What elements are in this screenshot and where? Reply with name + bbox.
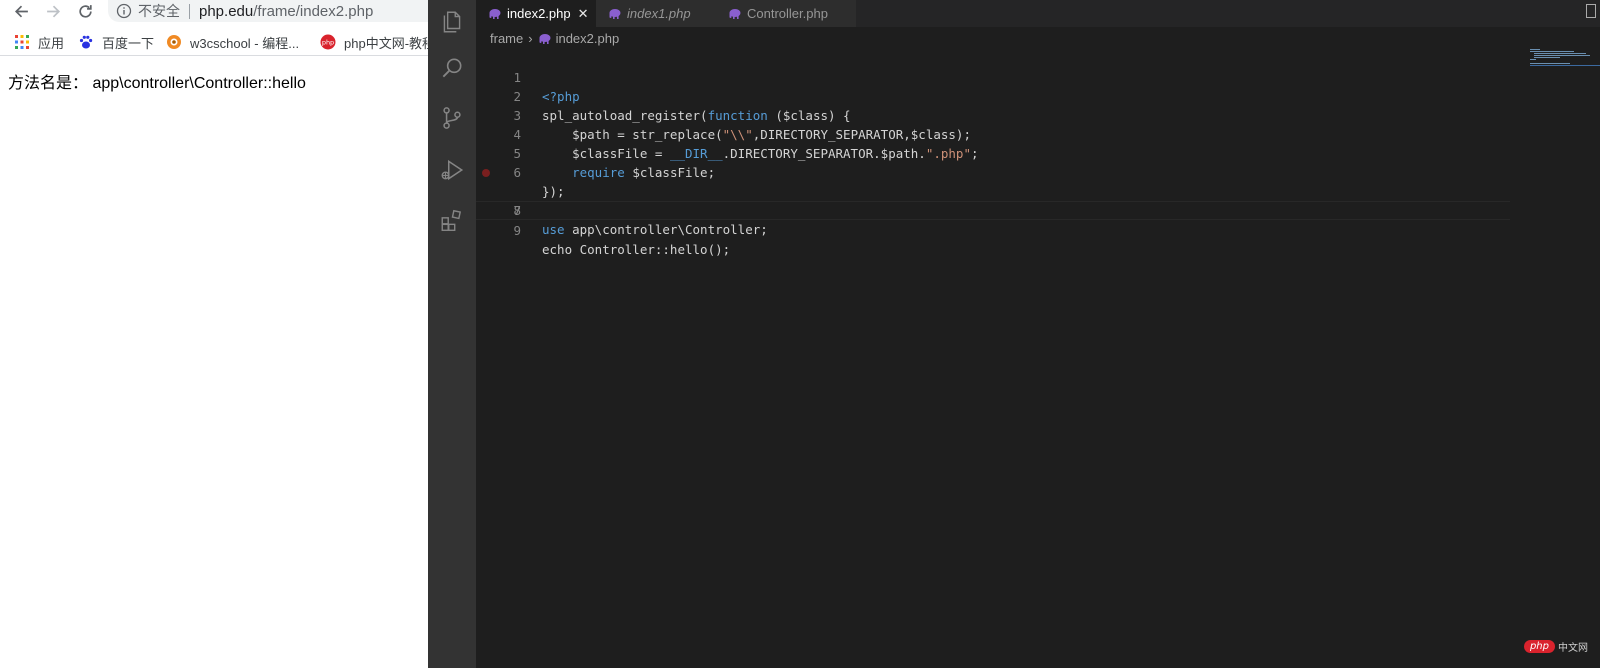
breadcrumb: frame › index2.php — [476, 27, 1600, 49]
bookmarks-bar: 应用 百度一下 w3cschool - 编程... php php中文网-教程 — [0, 28, 428, 56]
tab-label: index2.php — [507, 6, 571, 21]
watermark: php 中文网 — [1523, 639, 1588, 654]
files-icon — [443, 11, 461, 33]
watermark-logo: php — [1523, 640, 1555, 653]
bookmark-label: 应用 — [38, 35, 65, 51]
bookmark-w3cschool[interactable]: w3cschool - 编程... — [166, 32, 299, 52]
extensions-icon — [441, 209, 462, 231]
run-debug-icon — [441, 159, 464, 181]
browser-window: 不安全 php.edu/frame/index2.php 应用 百度一下 w3c… — [0, 0, 428, 668]
bookmark-php-cn[interactable]: php php中文网-教程 — [320, 32, 428, 52]
source-control-icon — [443, 107, 461, 129]
code-editor: index2.php ✕ index1.php Controller.php f… — [428, 0, 1600, 668]
code-line: 3 $path = str_replace("\\",DIRECTORY_SEP… — [476, 87, 1510, 142]
reload-button[interactable] — [73, 0, 97, 22]
search-icon — [442, 58, 462, 78]
tab-label: Controller.php — [747, 6, 828, 21]
url-host: php.edu — [199, 2, 254, 20]
php-elephant-icon — [489, 9, 501, 19]
tab-controller[interactable]: Controller.php — [716, 0, 856, 27]
close-icon[interactable]: ✕ — [578, 6, 589, 22]
code-line: 6 }); — [476, 144, 1510, 199]
breakpoint-marker[interactable] — [482, 169, 490, 177]
apps-grid-icon — [15, 35, 29, 49]
tab-index1[interactable]: index1.php — [596, 0, 716, 27]
watermark-text: 中文网 — [1558, 643, 1588, 654]
explorer-button[interactable] — [428, 0, 476, 44]
split-editor-icon[interactable] — [1586, 4, 1596, 18]
code-line: 4 $classFile = __DIR__.DIRECTORY_SEPARAT… — [476, 106, 1510, 161]
breadcrumb-file[interactable]: index2.php — [556, 31, 620, 46]
page-output-text: 方法名是： app\controller\Controller::hello — [8, 75, 306, 92]
forward-arrow-icon — [46, 5, 60, 17]
bookmark-label: 百度一下 — [102, 35, 155, 51]
php-elephant-icon — [539, 33, 551, 44]
code-line-current: 9 echo Controller::hello(); — [476, 201, 1510, 257]
code-line: 5 require $classFile; — [476, 125, 1510, 180]
bookmark-baidu[interactable]: 百度一下 — [78, 32, 154, 52]
run-debug-button[interactable] — [428, 148, 476, 192]
code-line: 1 <?php — [476, 49, 1510, 104]
activity-bar — [428, 0, 476, 668]
omnibox[interactable]: 不安全 php.edu/frame/index2.php — [108, 0, 428, 22]
line-number: 9 — [513, 223, 521, 238]
code-text: echo Controller::hello(); — [542, 242, 731, 257]
back-button[interactable] — [9, 0, 33, 22]
baidu-paw-icon — [79, 35, 93, 49]
php-cn-icon: php — [320, 34, 336, 50]
forward-button[interactable] — [41, 0, 65, 22]
security-label: 不安全 — [138, 3, 180, 19]
tab-label: index1.php — [627, 6, 691, 21]
minimap[interactable] — [1528, 49, 1600, 79]
w3cschool-icon — [167, 35, 181, 49]
code-line: 8 use app\controller\Controller; — [476, 182, 1510, 237]
extensions-button[interactable] — [428, 198, 476, 242]
omnibox-divider — [189, 3, 190, 19]
source-control-button[interactable] — [428, 96, 476, 140]
php-elephant-icon — [609, 9, 621, 19]
code-text: app\controller\Controller; — [564, 222, 768, 237]
code-area[interactable]: 1 <?php 2 spl_autoload_register(function… — [476, 49, 1510, 609]
bookmark-apps[interactable]: 应用 — [14, 32, 64, 52]
code-keyword: use — [542, 222, 565, 237]
search-button[interactable] — [428, 46, 476, 90]
address-bar-row: 不安全 php.edu/frame/index2.php — [0, 0, 428, 22]
info-icon[interactable] — [116, 3, 132, 19]
code-line: 2 spl_autoload_register(function ($class… — [476, 68, 1510, 123]
url-path: /frame/index2.php — [253, 2, 374, 20]
back-arrow-icon — [14, 5, 28, 17]
breadcrumb-folder[interactable]: frame — [490, 31, 523, 46]
editor-tabs: index2.php ✕ index1.php Controller.php — [476, 0, 1600, 27]
bookmark-label: w3cschool - 编程... — [190, 35, 300, 51]
reload-icon — [78, 4, 92, 18]
svg-text:php: php — [322, 39, 334, 47]
code-line: 7 — [476, 163, 1510, 218]
bookmark-label: php中文网-教程 — [344, 35, 428, 51]
chevron-right-icon: › — [528, 30, 533, 46]
php-elephant-icon — [729, 9, 741, 19]
tab-index2[interactable]: index2.php ✕ — [476, 0, 596, 27]
